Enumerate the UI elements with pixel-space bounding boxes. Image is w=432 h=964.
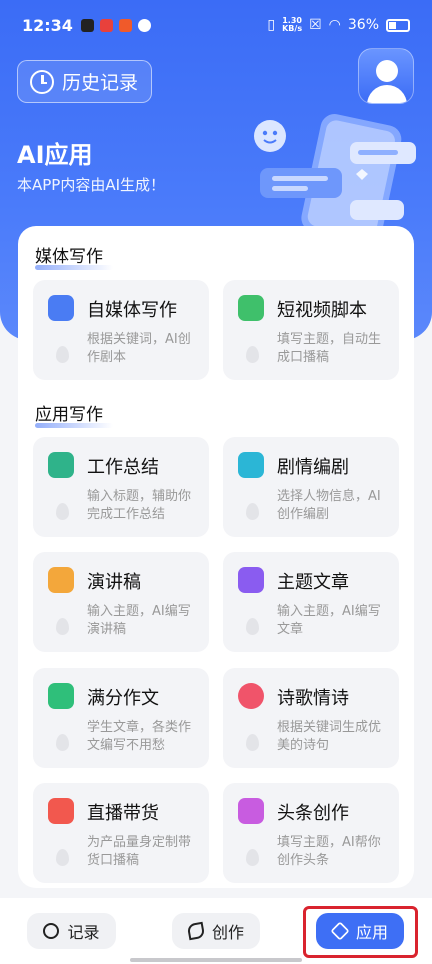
card-full-score-essay[interactable]: 满分作文 学生文章，各类作文编写不用愁 [33,668,209,768]
history-label: 历史记录 [62,72,139,94]
battery-percent: 36% [347,17,379,33]
card-short-video-script[interactable]: 短视频脚本 填写主题，自动生成口播稿 [223,280,399,380]
network-speed: 1.30 KB/s [282,16,303,33]
checklist-icon [48,683,74,709]
bag-icon [48,798,74,824]
battery-icon [386,18,410,32]
drop-icon [246,503,259,520]
status-time: 12:34 [22,15,73,35]
phone-chat-illustration [254,114,416,240]
no-sim-icon: ☒ [309,17,322,33]
card-work-summary[interactable]: 工作总结 输入标题，辅助你完成工作总结 [33,437,209,537]
tab-records[interactable]: 记录 [27,913,116,949]
heart-icon [238,683,264,709]
card-theme-article[interactable]: 主题文章 输入主题，AI编写文章 [223,552,399,652]
page-title: AI应用 [17,141,93,169]
card-speech[interactable]: 演讲稿 输入主题，AI编写演讲稿 [33,552,209,652]
video-icon [238,295,264,321]
app-notification-icon [118,18,132,32]
card-headline-creation[interactable]: 头条创作 填写主题，AI帮你创作头条 [223,783,399,883]
app-notification-icon [137,18,151,32]
tab-create[interactable]: 创作 [172,913,260,949]
card-live-selling[interactable]: 直播带货 为产品量身定制带货口播稿 [33,783,209,883]
section-title: 应用写作 [35,400,113,428]
section-title: 媒体写作 [35,242,113,270]
article-icon [238,567,264,593]
drop-icon [246,346,259,363]
briefcase-icon [48,452,74,478]
drop-icon [56,734,69,751]
leaf-icon [186,921,206,941]
app-notification-icon [80,18,94,32]
megaphone-icon [48,567,74,593]
pen-icon [238,798,264,824]
history-button[interactable]: 历史记录 [17,60,152,103]
drop-icon [56,346,69,363]
tab-highlight-box [303,906,418,958]
page-subtitle: 本APP内容由AI生成！ [17,176,166,194]
drop-icon [246,734,259,751]
card-self-media-writing[interactable]: 自媒体写作 根据关键词，AI创作剧本 [33,280,209,380]
app-list-panel: 媒体写作 自媒体写作 根据关键词，AI创作剧本 短视频脚本 填写主题，自动生成口… [18,226,414,888]
card-poetry[interactable]: 诗歌情诗 根据关键词生成优美的诗句 [223,668,399,768]
drop-icon [56,618,69,635]
play-icon [238,452,264,478]
drop-icon [56,503,69,520]
clock-icon [30,69,54,94]
drop-icon [246,618,259,635]
chat-icon [43,923,60,939]
status-bar: 12:34 ▯ 1.30 KB/s ☒ ◠ 36% [0,0,432,50]
wifi-icon: ◠ [328,17,341,33]
vibrate-icon: ▯ [267,17,276,33]
home-indicator [130,958,302,962]
avatar[interactable] [358,48,414,104]
drop-icon [246,849,259,866]
app-notification-icon [99,18,113,32]
card-plot-script[interactable]: 剧情编剧 选择人物信息，AI创作编剧 [223,437,399,537]
text-icon [48,295,74,321]
drop-icon [56,849,69,866]
